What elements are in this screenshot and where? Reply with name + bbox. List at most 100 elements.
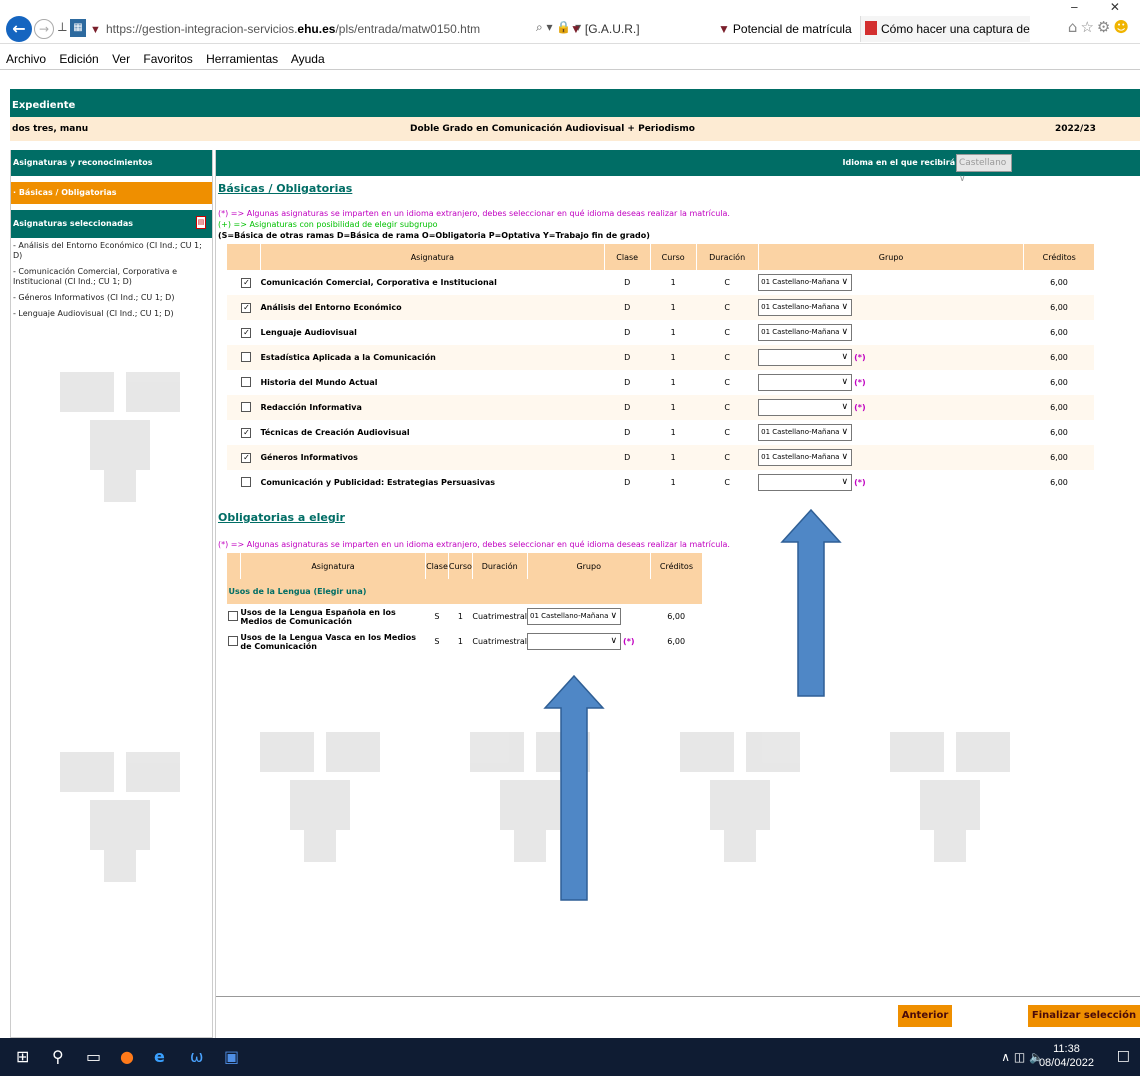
subject-checkbox[interactable] [241, 351, 252, 362]
app-icon[interactable]: ω [190, 1047, 203, 1066]
group-cell: 01 Castellano-Mañana ∨ [758, 320, 1024, 345]
group-select[interactable]: ∨ [527, 633, 622, 650]
search-icon[interactable]: ⚲ [52, 1047, 64, 1066]
subject-duracion: C [696, 320, 759, 345]
language-select[interactable]: Castellano ∨ [956, 154, 1012, 184]
page: Expediente dos tres, manu Doble Grado en… [0, 72, 1140, 1038]
col-duracion: Duración [695, 244, 759, 270]
subject-checkbox[interactable]: ✓ [241, 427, 252, 438]
word-icon[interactable]: ▣ [224, 1047, 239, 1066]
language-bar: Idioma en el que recibirá la docencia: C… [216, 150, 1140, 184]
subject-curso: 1 [650, 320, 697, 345]
menu-edicion[interactable]: Edición [59, 52, 98, 66]
compat-view-icon[interactable]: ⟂ [58, 20, 67, 35]
main-content: Idioma en el que recibirá la docencia: C… [215, 150, 1140, 1038]
group-value: 01 Castellano-Mañana [530, 612, 609, 620]
selected-subjects-title: Asignaturas seleccionadas [13, 219, 133, 228]
window-controls[interactable]: ‒ ✕ [1070, 0, 1134, 14]
subject-checkbox[interactable]: ✓ [241, 277, 252, 288]
group-value: 01 Castellano-Mañana [761, 303, 840, 311]
subject-clase: D [604, 295, 651, 320]
subject-name: Comunicación y Publicidad: Estrategias P… [260, 470, 605, 495]
forward-button[interactable]: → [34, 19, 54, 39]
subject-checkbox[interactable] [228, 635, 239, 646]
col-grupo: Grupo [526, 553, 651, 579]
tab-potencial-matricula[interactable]: ▼Potencial de matrícula× [714, 16, 858, 42]
tab-gaur[interactable]: ▼ [G.A.U.R.] [566, 16, 708, 42]
sidebar-item-basicas[interactable]: · Básicas / Obligatorias [11, 182, 212, 204]
subject-name: Géneros Informativos [260, 445, 605, 470]
group-cell: ∨ (*) [758, 395, 1024, 420]
subject-checkbox[interactable] [241, 476, 252, 487]
section-title-obligatorias: Obligatorias a elegir [218, 511, 345, 524]
internet-explorer-icon[interactable]: e [154, 1047, 165, 1066]
subject-checkbox[interactable]: ✓ [241, 452, 252, 463]
menu-favoritos[interactable]: Favoritos [143, 52, 192, 66]
group-select[interactable]: 01 Castellano-Mañana ∨ [758, 449, 853, 466]
finish-selection-button[interactable]: Finalizar selección [1028, 1005, 1140, 1027]
col-curso: Curso [447, 553, 473, 579]
group-value: 01 Castellano-Mañana [761, 278, 840, 286]
group-select[interactable]: ∨ [758, 474, 853, 491]
back-button[interactable]: ← [6, 16, 32, 42]
row-checkbox-cell: ✓ [226, 295, 261, 320]
firefox-icon[interactable]: ● [120, 1047, 134, 1066]
group-select[interactable]: ∨ [758, 349, 853, 366]
menu-ayuda[interactable]: Ayuda [291, 52, 325, 66]
subject-name: Redacción Informativa [260, 395, 605, 420]
group-select[interactable]: 01 Castellano-Mañana ∨ [758, 424, 853, 441]
subject-creditos: 6,00 [1023, 470, 1094, 495]
task-view-icon[interactable]: ▭ [86, 1047, 101, 1066]
col-clase: Clase [425, 553, 449, 579]
menu-ver[interactable]: Ver [112, 52, 130, 66]
language-value: Castellano [959, 158, 1007, 168]
expediente-header: Expediente [10, 89, 1140, 117]
chevron-down-icon: ∨ [841, 327, 849, 337]
group-select[interactable]: 01 Castellano-Mañana ∨ [758, 274, 853, 291]
chevron-down-icon: ∨ [959, 174, 966, 184]
selected-subject-item: - Comunicación Comercial, Corporativa e … [13, 267, 178, 286]
col-asignatura: Asignatura [259, 244, 605, 270]
subject-name: Estadística Aplicada a la Comunicación [260, 345, 605, 370]
subject-checkbox[interactable] [241, 401, 252, 412]
browser-tools[interactable]: ⌂☆⚙☻ [1068, 18, 1132, 36]
col-grupo: Grupo [757, 244, 1024, 270]
sidebar-heading[interactable]: Asignaturas y reconocimientos [11, 150, 212, 176]
previous-button[interactable]: Anterior [898, 1005, 952, 1027]
clock[interactable]: 11:38 08/04/2022 [1039, 1042, 1094, 1070]
subject-curso: 1 [650, 395, 697, 420]
subject-curso: 1 [650, 445, 697, 470]
settings-gear-icon[interactable]: ⚙ [1097, 18, 1113, 36]
subject-clase: D [604, 420, 651, 445]
address-bar[interactable]: ▼ https://gestion-integracion-servicios.e… [90, 18, 560, 40]
group-select[interactable]: 01 Castellano-Mañana ∨ [758, 299, 853, 316]
subject-checkbox[interactable] [228, 610, 239, 621]
system-tray-icons[interactable]: ∧ ◫ 🔈 [1001, 1050, 1044, 1064]
subject-checkbox[interactable]: ✓ [241, 327, 252, 338]
notifications-icon[interactable]: □ [1117, 1048, 1130, 1064]
favorites-star-icon[interactable]: ☆ [1080, 18, 1096, 36]
group-select[interactable]: ∨ [758, 374, 853, 391]
menu-archivo[interactable]: Archivo [6, 52, 46, 66]
menu-herramientas[interactable]: Herramientas [206, 52, 278, 66]
group-select[interactable]: 01 Castellano-Mañana ∨ [527, 608, 622, 625]
group-select[interactable]: 01 Castellano-Mañana ∨ [758, 324, 853, 341]
subject-creditos: 6,00 [1023, 445, 1094, 470]
feedback-smiley-icon[interactable]: ☻ [1113, 18, 1132, 36]
subject-duracion: C [696, 420, 759, 445]
subject-checkbox[interactable] [241, 376, 252, 387]
home-icon[interactable]: ⌂ [1068, 18, 1081, 36]
table-row: ✓ Técnicas de Creación Audiovisual D 1 C 01 C… [226, 420, 1094, 445]
url-path: /pls/entrada/matw0150.htm [335, 22, 481, 36]
subject-checkbox[interactable]: ✓ [241, 302, 252, 313]
group-select[interactable]: ∨ [758, 399, 853, 416]
col-check [226, 553, 241, 579]
chevron-down-icon: ∨ [610, 611, 618, 621]
subject-clase: D [604, 470, 651, 495]
pdf-icon[interactable]: ▤ [196, 216, 206, 229]
tab-captura[interactable]: Cómo hacer una captura de pa... [860, 16, 1030, 42]
table-row: ✓ Lenguaje Audiovisual D 1 C 01 Castellano-Ma… [226, 320, 1094, 345]
subject-creditos: 6,00 [1023, 345, 1094, 370]
windows-start-icon[interactable]: ⊞ [16, 1047, 29, 1066]
site-identity-icon[interactable]: ▦ [70, 19, 86, 37]
